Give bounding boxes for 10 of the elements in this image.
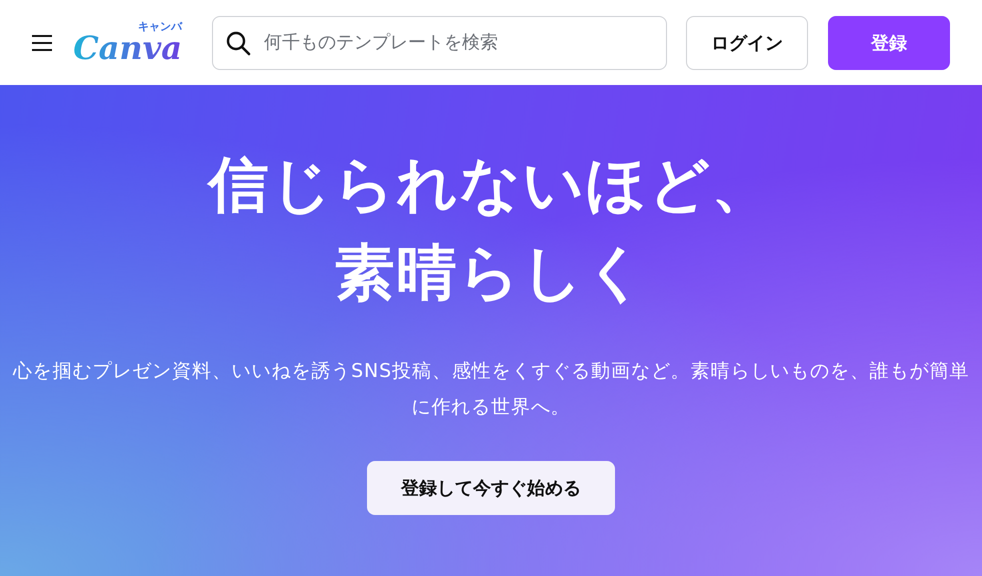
get-started-button[interactable]: 登録して今すぐ始める (367, 461, 615, 515)
search-icon (225, 30, 251, 56)
hero-title: 信じられないほど、 (208, 149, 774, 222)
search-field[interactable]: 何千ものテンプレートを検索 (212, 16, 667, 70)
signup-button[interactable]: 登録 (828, 16, 950, 70)
menu-icon[interactable] (30, 32, 54, 52)
hero-subtitle: 心を掴むプレゼン資料、いいねを誘うSNS投稿、感性をくすぐる動画など。素晴らしいものを、誰もが簡単に作れる世界へ。 (12, 359, 970, 420)
logo-kana: キャンバ (138, 21, 182, 32)
hero-title: 素晴らしく (334, 237, 648, 310)
login-button[interactable]: ログイン (686, 16, 808, 70)
